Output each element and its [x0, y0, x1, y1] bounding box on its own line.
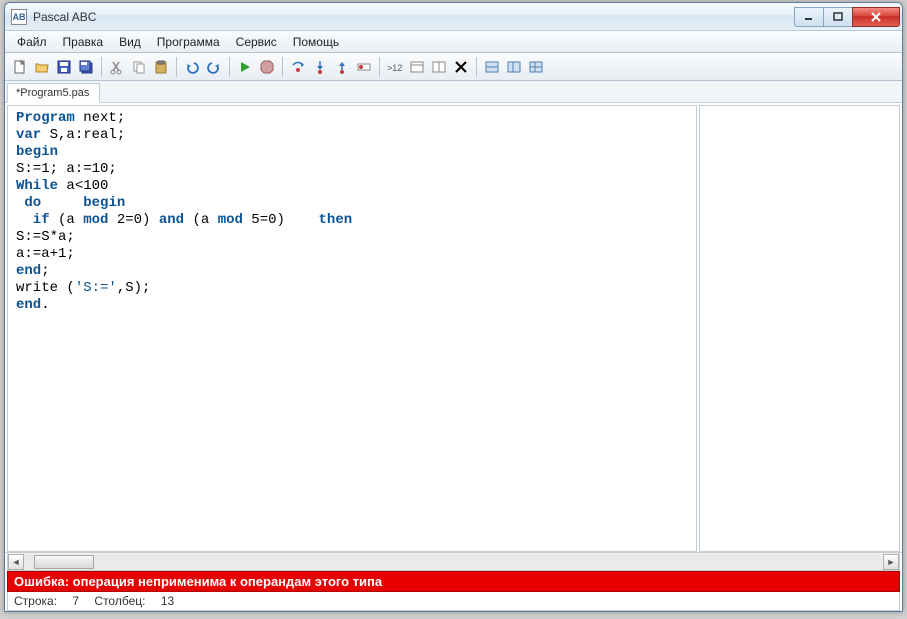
code-token — [41, 195, 83, 211]
scrollbar-thumb[interactable] — [34, 555, 94, 569]
code-token: S,a:real; — [41, 127, 125, 143]
code-token: . — [41, 297, 49, 313]
step-out-icon[interactable] — [331, 56, 353, 78]
toolbar-separator — [229, 57, 230, 77]
titlebar[interactable]: AB Pascal ABC — [5, 3, 902, 31]
step-over-icon[interactable] — [287, 56, 309, 78]
app-icon: AB — [11, 9, 27, 25]
code-token: While — [16, 178, 58, 194]
code-token: ,S); — [117, 280, 151, 296]
save-icon[interactable] — [53, 56, 75, 78]
save-all-icon[interactable] — [75, 56, 97, 78]
code-token: then — [319, 212, 353, 228]
editor-area: Program next; var S,a:real; begin S:=1; … — [5, 103, 902, 553]
code-token: 'S:=' — [75, 280, 117, 296]
menu-edit[interactable]: Правка — [55, 32, 112, 52]
code-token: do — [16, 195, 41, 211]
code-token: S:=1; a:=10; — [16, 161, 117, 177]
eval-icon[interactable]: >123 — [384, 56, 406, 78]
breakpoint-icon[interactable] — [353, 56, 375, 78]
cut-icon[interactable] — [106, 56, 128, 78]
code-token: var — [16, 127, 41, 143]
status-bar: Строка: 7 Столбец: 13 — [7, 592, 900, 611]
window1-icon[interactable] — [406, 56, 428, 78]
toolbar-separator — [176, 57, 177, 77]
toolbar-separator — [476, 57, 477, 77]
menu-service[interactable]: Сервис — [228, 32, 285, 52]
close-window-icon[interactable] — [450, 56, 472, 78]
app-window: AB Pascal ABC Файл Правка Вид Программа … — [4, 2, 903, 612]
layout3-icon[interactable] — [525, 56, 547, 78]
code-token: a:=a+1; — [16, 246, 75, 262]
step-into-icon[interactable] — [309, 56, 331, 78]
toolbar: >123 — [5, 53, 902, 81]
code-token: (a — [184, 212, 218, 228]
code-token: begin — [83, 195, 125, 211]
menubar: Файл Правка Вид Программа Сервис Помощь — [5, 31, 902, 53]
toolbar-separator — [101, 57, 102, 77]
code-editor[interactable]: Program next; var S,a:real; begin S:=1; … — [7, 105, 697, 552]
window-controls — [795, 7, 900, 27]
svg-text:>123: >123 — [387, 63, 403, 73]
window-title: Pascal ABC — [33, 10, 795, 24]
status-col-label: Столбец: — [94, 594, 145, 608]
undo-icon[interactable] — [181, 56, 203, 78]
menu-help[interactable]: Помощь — [285, 32, 347, 52]
code-token: Program — [16, 110, 75, 126]
code-token: end — [16, 297, 41, 313]
stop-icon[interactable] — [256, 56, 278, 78]
status-col-value: 13 — [161, 594, 174, 608]
maximize-button[interactable] — [823, 7, 853, 27]
copy-icon[interactable] — [128, 56, 150, 78]
code-token: mod — [218, 212, 243, 228]
code-token: 5=0) — [243, 212, 319, 228]
menu-file[interactable]: Файл — [9, 32, 55, 52]
code-token: begin — [16, 144, 58, 160]
open-file-icon[interactable] — [31, 56, 53, 78]
window2-icon[interactable] — [428, 56, 450, 78]
layout1-icon[interactable] — [481, 56, 503, 78]
horizontal-scrollbar[interactable]: ◄ ► — [7, 553, 900, 571]
status-line-label: Строка: — [14, 594, 57, 608]
code-token: next; — [75, 110, 125, 126]
redo-icon[interactable] — [203, 56, 225, 78]
toolbar-separator — [379, 57, 380, 77]
code-token: write ( — [16, 280, 75, 296]
tab-program5[interactable]: *Program5.pas — [7, 83, 100, 103]
scrollbar-track[interactable] — [24, 554, 883, 570]
code-token: S:=S*a; — [16, 229, 75, 245]
run-icon[interactable] — [234, 56, 256, 78]
menu-program[interactable]: Программа — [149, 32, 228, 52]
code-token: end — [16, 263, 41, 279]
layout2-icon[interactable] — [503, 56, 525, 78]
code-token: and — [159, 212, 184, 228]
scroll-left-icon[interactable]: ◄ — [8, 554, 24, 570]
scroll-right-icon[interactable]: ► — [883, 554, 899, 570]
code-token: a<100 — [58, 178, 108, 194]
toolbar-separator — [282, 57, 283, 77]
close-button[interactable] — [852, 7, 900, 27]
code-token: 2=0) — [108, 212, 158, 228]
code-token: ; — [41, 263, 49, 279]
side-panel — [699, 105, 900, 552]
menu-view[interactable]: Вид — [111, 32, 149, 52]
status-line-value: 7 — [72, 594, 79, 608]
code-token: (a — [50, 212, 84, 228]
code-token: if — [16, 212, 50, 228]
code-token: mod — [83, 212, 108, 228]
error-bar: Ошибка: операция неприменима к операндам… — [7, 571, 900, 592]
paste-icon[interactable] — [150, 56, 172, 78]
minimize-button[interactable] — [794, 7, 824, 27]
new-file-icon[interactable] — [9, 56, 31, 78]
tab-strip: *Program5.pas — [5, 81, 902, 103]
